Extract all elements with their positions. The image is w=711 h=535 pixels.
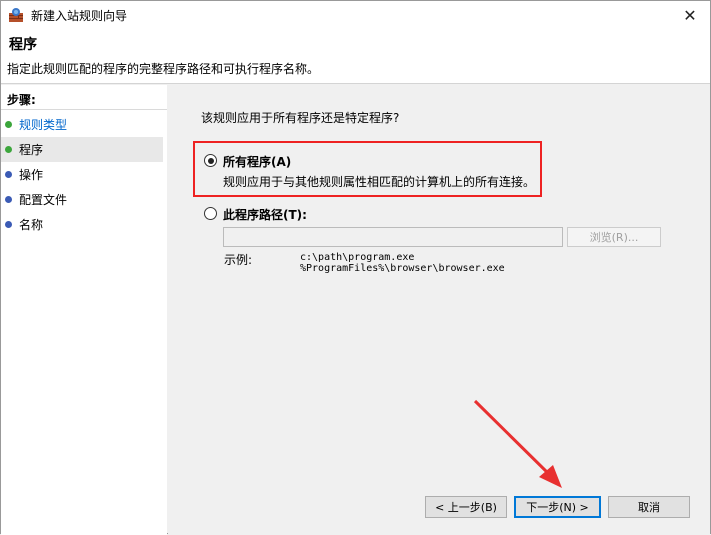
step-status-dot-icon (5, 171, 12, 178)
step-action: 操作 (1, 162, 163, 187)
step-label-program: 程序 (19, 143, 44, 157)
program-path-label[interactable]: 此程序路径(T): (223, 206, 307, 223)
example-paths: c:\path\program.exe %ProgramFiles%\brows… (300, 252, 505, 274)
example-label: 示例: (224, 253, 253, 267)
back-button[interactable]: < 上一步(B) (425, 496, 507, 518)
step-label-profile: 配置文件 (19, 193, 68, 207)
browse-button[interactable]: 浏览(R)... (567, 227, 661, 247)
next-button[interactable]: 下一步(N) > (514, 496, 601, 518)
step-label-rule-type[interactable]: 规则类型 (19, 116, 67, 133)
step-profile: 配置文件 (1, 187, 163, 212)
firewall-app-icon (9, 8, 23, 22)
page-description: 指定此规则匹配的程序的完整程序路径和可执行程序名称。 (7, 62, 320, 76)
close-icon[interactable]: ✕ (670, 1, 710, 29)
page-header: 程序 指定此规则匹配的程序的完整程序路径和可执行程序名称。 (1, 29, 710, 84)
all-programs-description: 规则应用于与其他规则属性相匹配的计算机上的所有连接。 (223, 175, 536, 189)
window-title: 新建入站规则向导 (31, 9, 128, 23)
example-path-line: c:\path\program.exe (300, 252, 415, 263)
step-status-dot-icon (5, 196, 12, 203)
program-path-radio[interactable] (204, 207, 217, 220)
all-programs-radio[interactable] (204, 154, 217, 167)
step-status-dot-icon (5, 146, 12, 153)
steps-panel: 步骤: 规则类型 程序 操作 配置文件 名称 (1, 85, 167, 535)
cancel-button[interactable]: 取消 (608, 496, 690, 518)
step-status-dot-icon (5, 121, 12, 128)
steps-title: 步骤: (7, 93, 36, 107)
step-program[interactable]: 程序 (1, 137, 163, 162)
content-panel: 该规则应用于所有程序还是特定程序? 所有程序(A) 规则应用于与其他规则属性相匹… (168, 85, 710, 535)
program-path-input[interactable] (223, 227, 563, 247)
steps-divider (1, 109, 167, 110)
step-name: 名称 (1, 212, 163, 237)
example-path-line: %ProgramFiles%\browser\browser.exe (300, 263, 505, 274)
step-status-dot-icon (5, 221, 12, 228)
step-label-name: 名称 (19, 218, 44, 232)
wizard-window: 新建入站规则向导 ✕ 程序 指定此规则匹配的程序的完整程序路径和可执行程序名称。… (0, 0, 711, 535)
title-bar: 新建入站规则向导 ✕ (1, 1, 710, 29)
all-programs-label[interactable]: 所有程序(A) (223, 153, 291, 170)
scope-question: 该规则应用于所有程序还是特定程序? (201, 111, 400, 125)
step-label-action: 操作 (19, 168, 44, 182)
step-rule-type[interactable]: 规则类型 (1, 112, 163, 137)
page-title: 程序 (9, 37, 37, 53)
